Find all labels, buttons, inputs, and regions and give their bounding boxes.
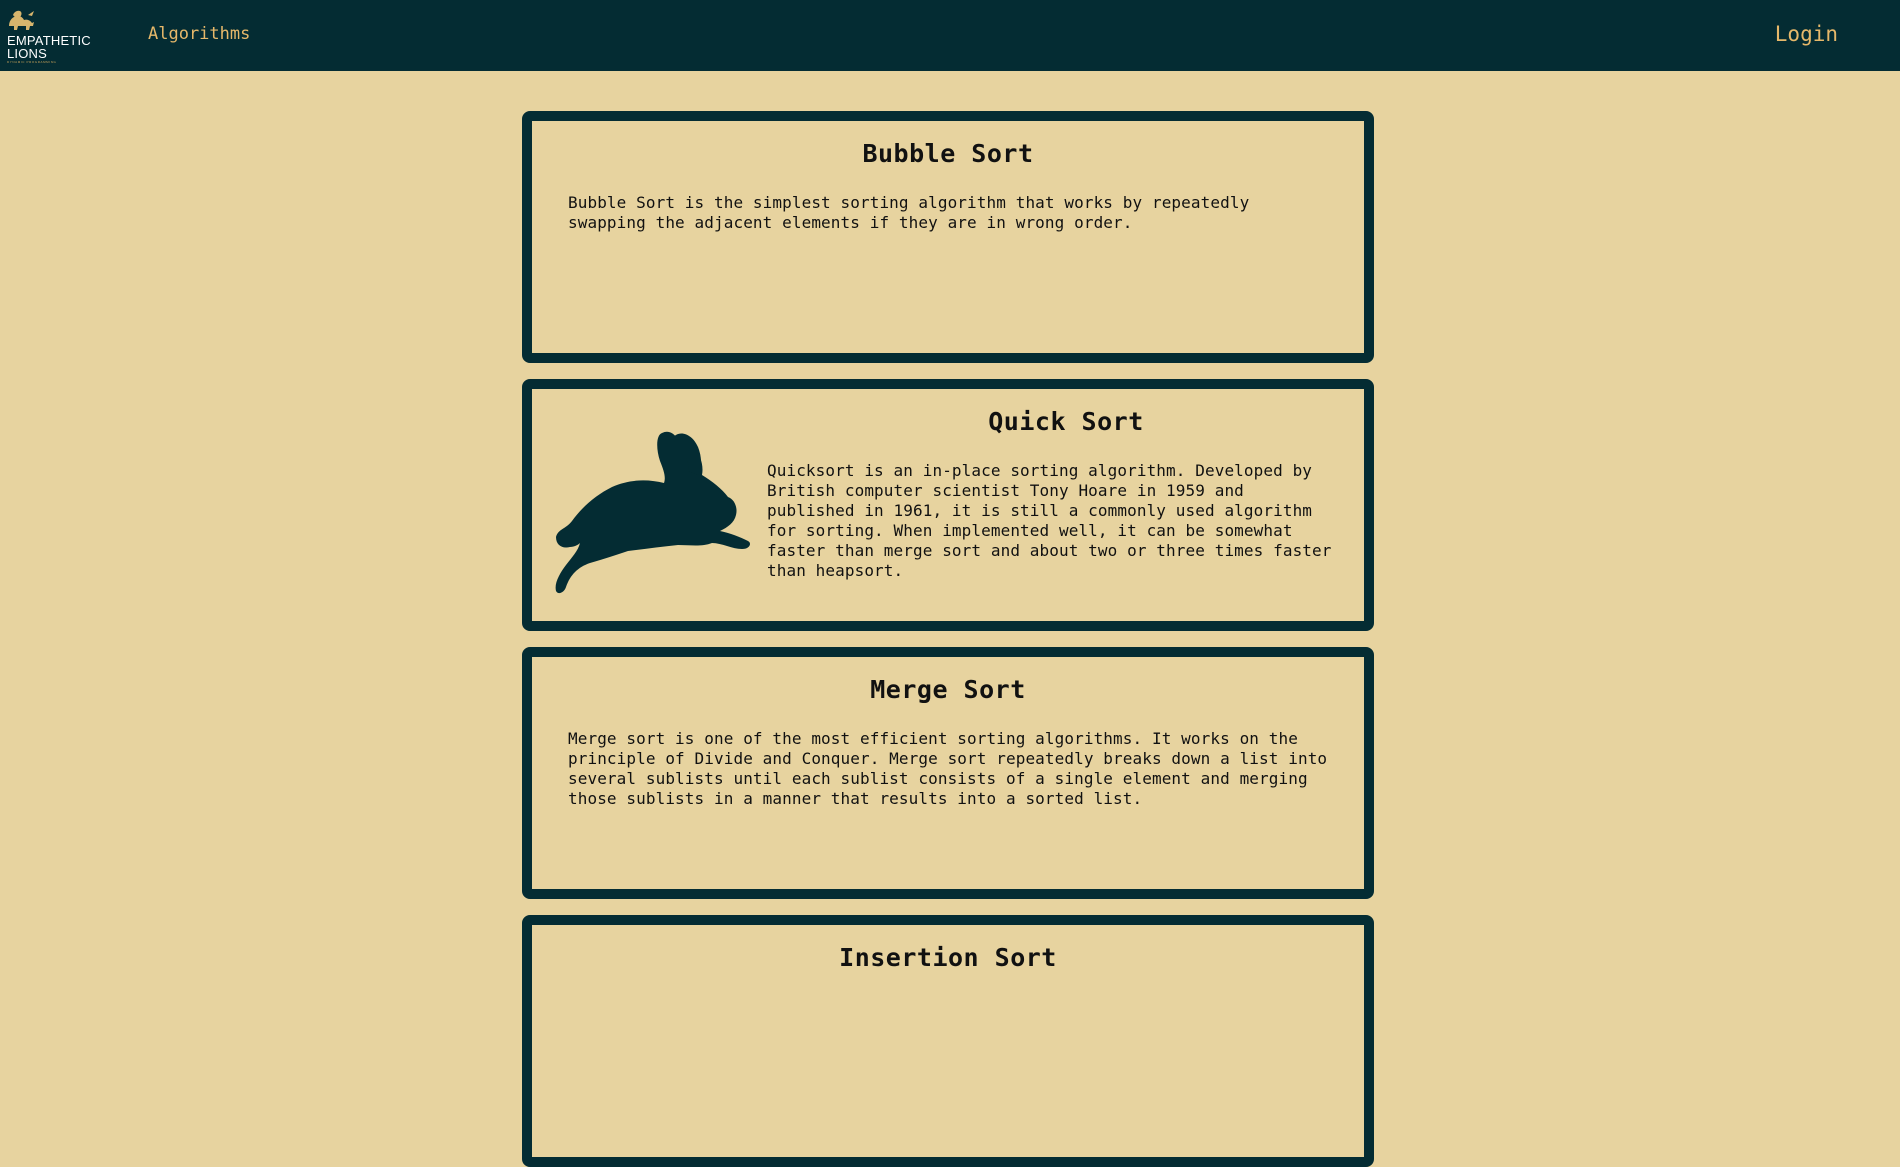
card-description: Bubble Sort is the simplest sorting algo… — [568, 193, 1250, 232]
card-title: Quick Sort — [988, 407, 1144, 436]
brand-name-line2: LIONS — [7, 46, 48, 61]
algorithm-card-quick-sort[interactable]: Quick Sort Quicksort is an in-place sort… — [522, 379, 1374, 631]
card-description: Quicksort is an in-place sorting algorit… — [767, 461, 1332, 580]
card-description: Merge sort is one of the most efficient … — [568, 729, 1328, 808]
card-title: Insertion Sort — [839, 943, 1057, 972]
algorithm-card-insertion-sort[interactable]: Insertion Sort — [522, 915, 1374, 1167]
brand-name: EMPATHETIC LIONS — [7, 34, 91, 60]
card-title: Bubble Sort — [862, 139, 1034, 168]
top-navbar: EMPATHETIC LIONS DYNAMIC PROGRAMMING Alg… — [0, 0, 1900, 71]
nav-algorithms-link[interactable]: Algorithms — [148, 24, 250, 44]
card-title: Merge Sort — [870, 675, 1026, 704]
login-link[interactable]: Login — [1775, 22, 1838, 46]
brand-tagline: DYNAMIC PROGRAMMING — [7, 60, 57, 64]
algorithm-card-merge-sort[interactable]: Merge Sort Merge sort is one of the most… — [522, 647, 1374, 899]
algorithm-card-bubble-sort[interactable]: Bubble Sort Bubble Sort is the simplest … — [522, 111, 1374, 363]
brand-logo[interactable]: EMPATHETIC LIONS DYNAMIC PROGRAMMING — [6, 8, 102, 68]
lion-logo-icon — [9, 10, 34, 30]
rabbit-icon — [555, 431, 750, 594]
